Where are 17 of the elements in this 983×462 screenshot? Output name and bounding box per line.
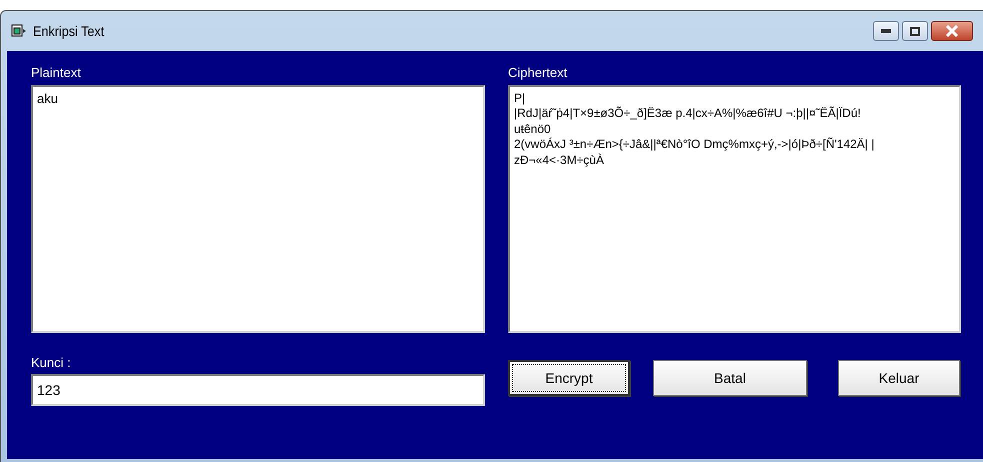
maximize-icon — [910, 26, 920, 36]
window-title: Enkripsi Text — [33, 22, 104, 41]
action-button[interactable]: Keluar — [838, 360, 960, 396]
action-button[interactable]: Batal — [653, 360, 807, 396]
key-label: Kunci : — [31, 354, 72, 372]
key-field[interactable]: 123 — [31, 374, 485, 406]
minimize-button[interactable] — [873, 21, 899, 41]
app-icon — [11, 24, 27, 38]
close-button[interactable] — [931, 21, 973, 41]
plaintext-field[interactable]: aku — [31, 84, 485, 332]
maximize-button[interactable] — [902, 21, 928, 41]
ciphertext-field[interactable]: P| |RdJ|äŕ˜ṗ4|T×9±ø3Õ÷_ð]Ë3æ p.4|cx÷A%|%æ6î#U ¬:þ||¤˜ËÃ|ÏDú! uŧênö0 2(vwöÁxJ ³±n÷Æn>{÷Jâ&||ª€Nò°îO Dmç%mxç+ý,->|ó|Þð÷[Ñ'142Ä| | zÐ¬«4<·3M÷çùÀ — [508, 84, 961, 332]
close-icon — [945, 25, 959, 37]
ciphertext-label: Ciphertext — [508, 64, 568, 82]
minimize-icon — [881, 29, 891, 33]
plaintext-label: Plaintext — [31, 64, 82, 82]
action-button[interactable]: Encrypt — [508, 360, 630, 396]
